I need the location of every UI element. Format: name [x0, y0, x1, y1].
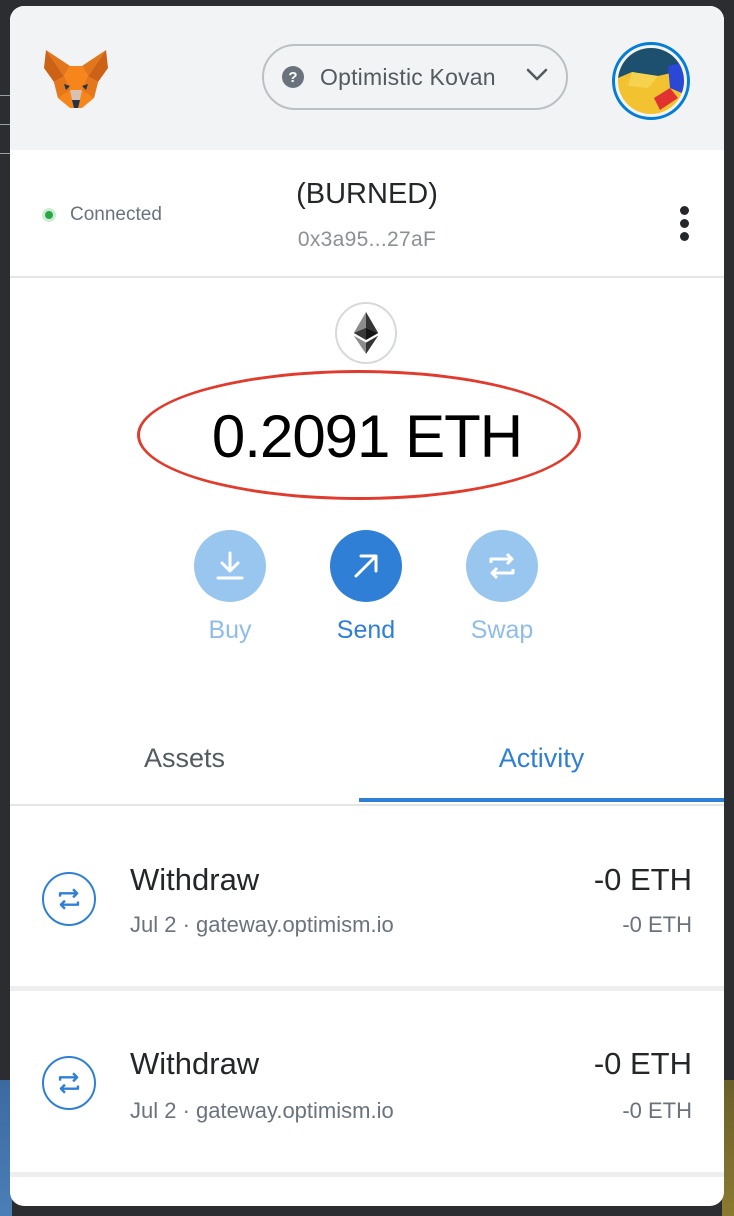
background-lines [0, 95, 10, 185]
transaction-secondary-amount: -0 ETH [622, 912, 692, 937]
transaction-title: Withdraw [130, 1046, 260, 1081]
chevron-down-icon [526, 68, 548, 81]
send-button[interactable]: Send [321, 530, 411, 645]
transaction-amount: -0 ETH [593, 1046, 692, 1081]
transaction-subtitle: Jul 2 · gateway.optimism.io [130, 1098, 394, 1123]
download-icon [194, 530, 266, 602]
metamask-fox-logo[interactable] [42, 46, 110, 114]
buy-button[interactable]: Buy [185, 530, 275, 645]
tab-bar: Assets Activity [10, 712, 724, 806]
swap-arrows-icon [42, 1056, 96, 1110]
tab-activity[interactable]: Activity [359, 712, 724, 804]
app-header: ? Optimistic Kovan [10, 6, 724, 150]
account-avatar-icon [618, 48, 684, 114]
network-name: Optimistic Kovan [320, 63, 496, 90]
help-icon: ? [282, 66, 304, 88]
account-name[interactable]: (BURNED) [10, 178, 724, 211]
account-menu-button[interactable] [612, 42, 690, 120]
transaction-secondary-amount: -0 ETH [622, 1098, 692, 1123]
transaction-title: Withdraw [130, 862, 260, 897]
transaction-amount: -0 ETH [593, 862, 692, 897]
arrow-up-right-icon [330, 530, 402, 602]
network-selector[interactable]: ? Optimistic Kovan [262, 44, 568, 110]
account-address[interactable]: 0x3a95...27aF [10, 228, 724, 252]
row-divider [10, 1172, 724, 1177]
send-button-label: Send [336, 616, 396, 644]
transaction-row[interactable]: Withdraw Jul 2 · gateway.optimism.io -0 … [10, 994, 724, 1172]
ethereum-icon [335, 302, 397, 364]
transaction-row[interactable]: Withdraw Jul 2 · gateway.optimism.io -0 … [10, 808, 724, 986]
transaction-subtitle: Jul 2 · gateway.optimism.io [130, 912, 394, 937]
swap-arrows-icon [42, 872, 96, 926]
swap-arrows-icon [466, 530, 538, 602]
row-divider [10, 986, 724, 991]
highlight-ring-annotation [137, 370, 581, 500]
active-tab-indicator [359, 798, 724, 802]
tab-assets[interactable]: Assets [10, 712, 359, 804]
buy-button-label: Buy [208, 616, 252, 644]
swap-button[interactable]: Swap [457, 530, 547, 645]
metamask-popup: ? Optimistic Kovan Connected (BURNED) 0x… [10, 6, 724, 1206]
account-bar: Connected (BURNED) 0x3a95...27aF [10, 150, 724, 278]
swap-button-label: Swap [470, 616, 534, 644]
account-options-icon[interactable] [678, 206, 690, 242]
